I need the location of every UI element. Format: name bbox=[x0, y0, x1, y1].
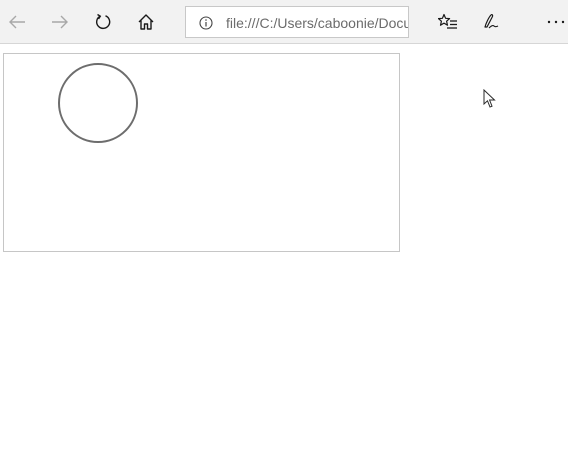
more-button[interactable] bbox=[540, 6, 568, 38]
back-button[interactable] bbox=[1, 6, 33, 38]
pen-icon bbox=[484, 14, 499, 29]
mouse-cursor-icon bbox=[483, 89, 496, 108]
page-content bbox=[0, 44, 568, 452]
notes-button[interactable] bbox=[475, 6, 507, 38]
refresh-icon bbox=[96, 13, 111, 30]
home-button[interactable] bbox=[130, 6, 162, 38]
info-icon[interactable] bbox=[199, 16, 213, 30]
circle-shape bbox=[58, 63, 138, 143]
back-arrow-icon bbox=[9, 15, 25, 29]
favorites-button[interactable] bbox=[432, 6, 464, 38]
address-url[interactable]: file:///C:/Users/caboonie/Documents/ bbox=[226, 15, 408, 31]
drawing-canvas[interactable] bbox=[3, 53, 400, 252]
forward-arrow-icon bbox=[52, 15, 68, 29]
more-icon bbox=[547, 20, 565, 24]
favorites-list-icon bbox=[438, 13, 457, 29]
forward-button[interactable] bbox=[44, 6, 76, 38]
browser-toolbar: file:///C:/Users/caboonie/Documents/ bbox=[0, 0, 568, 44]
refresh-button[interactable] bbox=[87, 6, 119, 38]
home-icon bbox=[138, 14, 154, 30]
address-bar[interactable]: file:///C:/Users/caboonie/Documents/ bbox=[185, 6, 409, 38]
